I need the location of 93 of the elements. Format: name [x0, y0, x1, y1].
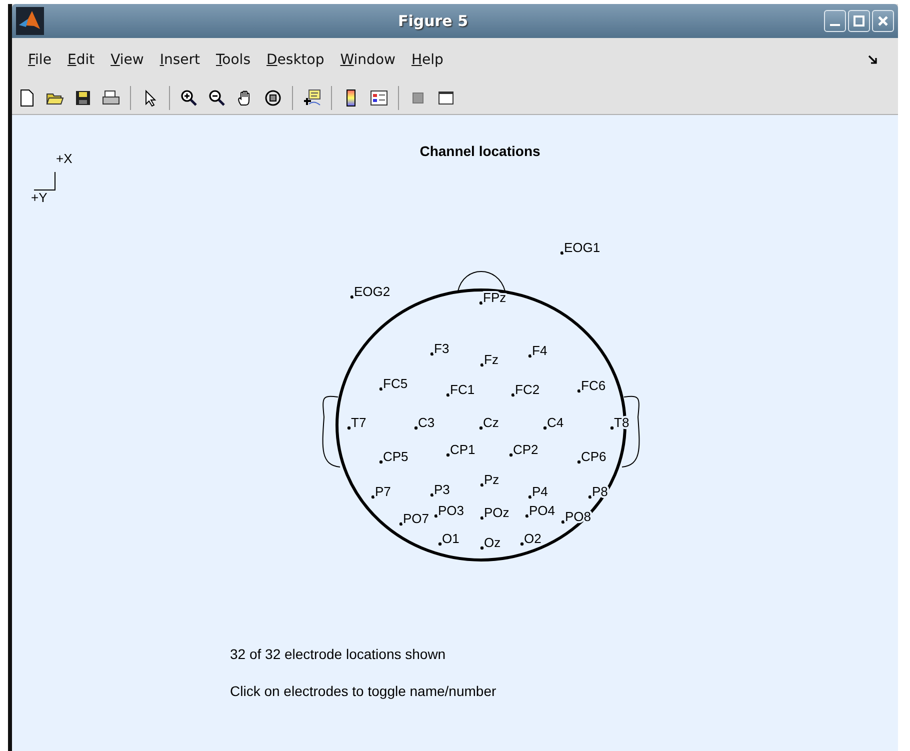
- electrode-dot[interactable]: [543, 426, 547, 430]
- electrode-dot[interactable]: [480, 363, 484, 367]
- electrode-dot[interactable]: [561, 520, 565, 524]
- electrode-dot[interactable]: [438, 542, 442, 546]
- electrode-dot[interactable]: [588, 495, 592, 499]
- save-icon: [74, 89, 92, 107]
- electrode-label[interactable]: Oz: [484, 535, 501, 550]
- electrode-label[interactable]: POz: [484, 505, 510, 520]
- menu-item[interactable]: Insert: [152, 52, 208, 68]
- electrode-dot[interactable]: [379, 460, 383, 464]
- new-file-icon: [18, 89, 36, 107]
- electrode-dot[interactable]: [479, 301, 483, 305]
- electrode-dot[interactable]: [480, 483, 484, 487]
- close-icon: [877, 15, 889, 27]
- electrode-dot[interactable]: [525, 514, 529, 518]
- electrode-label[interactable]: FC5: [383, 376, 408, 391]
- electrode-label[interactable]: C4: [547, 415, 564, 430]
- electrode-label[interactable]: CP6: [581, 449, 606, 464]
- zoom-in-icon: [180, 89, 198, 107]
- electrode-label[interactable]: PO7: [403, 511, 430, 526]
- menu-item[interactable]: View: [102, 52, 152, 68]
- axis-label: +Y: [31, 190, 48, 205]
- electrode-dot[interactable]: [577, 389, 581, 393]
- electrode-dot[interactable]: [509, 453, 513, 457]
- minimize-button[interactable]: [824, 10, 846, 32]
- maximize-icon: [853, 15, 865, 27]
- electrode-label[interactable]: FC1: [450, 382, 475, 397]
- electrode-dot[interactable]: [430, 352, 434, 356]
- electrode-dot[interactable]: [520, 542, 524, 546]
- electrode-dot[interactable]: [480, 546, 484, 550]
- electrode-label[interactable]: Pz: [484, 472, 500, 487]
- app-logo-icon: [16, 7, 44, 35]
- electrode-dot[interactable]: [479, 426, 483, 430]
- electrode-dot[interactable]: [528, 495, 532, 499]
- menu-item[interactable]: Window: [332, 52, 404, 68]
- electrode-label[interactable]: Cz: [483, 415, 499, 430]
- electrode-label[interactable]: O2: [524, 531, 542, 546]
- electrode-label[interactable]: FC2: [515, 382, 540, 397]
- electrode-label[interactable]: FPz: [483, 290, 506, 305]
- menu-item[interactable]: Help: [403, 52, 452, 68]
- electrode-label[interactable]: EOG1: [564, 240, 600, 255]
- electrode-label[interactable]: EOG2: [354, 284, 390, 299]
- menu-item[interactable]: File: [20, 52, 60, 68]
- window-title: Figure 5: [396, 12, 470, 30]
- plot-title: Channel locations: [420, 143, 540, 159]
- dock-arrow-icon[interactable]: [868, 55, 878, 65]
- menu-item[interactable]: Tools: [208, 52, 258, 68]
- electrode-dot[interactable]: [511, 393, 515, 397]
- electrode-label[interactable]: C3: [418, 415, 435, 430]
- electrode-dot[interactable]: [528, 354, 532, 358]
- electrode-label[interactable]: CP2: [513, 442, 538, 457]
- electrode-dot[interactable]: [434, 514, 438, 518]
- electrode-dot[interactable]: [560, 251, 564, 255]
- panel-icon: [437, 89, 455, 107]
- maximize-button[interactable]: [848, 10, 870, 32]
- minimize-icon: [830, 24, 840, 26]
- electrode-dot[interactable]: [414, 426, 418, 430]
- electrode-label[interactable]: P7: [375, 484, 391, 499]
- axis-indicator-drawing: [34, 172, 56, 190]
- electrode-label[interactable]: CP1: [450, 442, 476, 457]
- electrode-label[interactable]: CP5: [383, 449, 408, 464]
- electrode-dot[interactable]: [430, 493, 434, 497]
- electrode-dot[interactable]: [446, 453, 450, 457]
- close-button[interactable]: [872, 10, 894, 32]
- electrode-dot[interactable]: [610, 426, 614, 430]
- data-cursor-icon: [303, 89, 321, 107]
- electrode-dot[interactable]: [480, 516, 484, 520]
- rotate-icon: [264, 89, 282, 107]
- print-icon: [102, 89, 120, 107]
- status-note: Click on electrodes to toggle name/number: [230, 683, 496, 699]
- electrode-label[interactable]: F3: [434, 341, 450, 356]
- electrode-label[interactable]: Fz: [484, 352, 498, 367]
- electrode-label[interactable]: F4: [532, 343, 548, 358]
- electrode-label[interactable]: PO3: [438, 503, 464, 518]
- status-note: 32 of 32 electrode locations shown: [230, 646, 446, 662]
- electrode-label[interactable]: T7: [351, 415, 366, 430]
- zoom-out-icon: [208, 89, 226, 107]
- electrode-label[interactable]: PO4: [529, 503, 556, 518]
- electrode-dot[interactable]: [350, 295, 354, 299]
- electrode-dot[interactable]: [577, 460, 581, 464]
- electrode-dot[interactable]: [446, 393, 450, 397]
- electrode-label[interactable]: FC6: [581, 378, 606, 393]
- menu-item[interactable]: Edit: [59, 52, 103, 68]
- electrode-dot[interactable]: [379, 387, 383, 391]
- electrode-dot[interactable]: [371, 495, 375, 499]
- axis-label: +X: [56, 151, 72, 166]
- electrode-label[interactable]: P4: [532, 484, 548, 499]
- menu-item[interactable]: Desktop: [258, 52, 332, 68]
- legend-icon: [370, 89, 388, 107]
- electrode-dot[interactable]: [347, 426, 351, 430]
- electrode-dot[interactable]: [399, 522, 403, 526]
- electrode-label[interactable]: O1: [442, 531, 460, 546]
- electrode-label[interactable]: P3: [434, 482, 450, 497]
